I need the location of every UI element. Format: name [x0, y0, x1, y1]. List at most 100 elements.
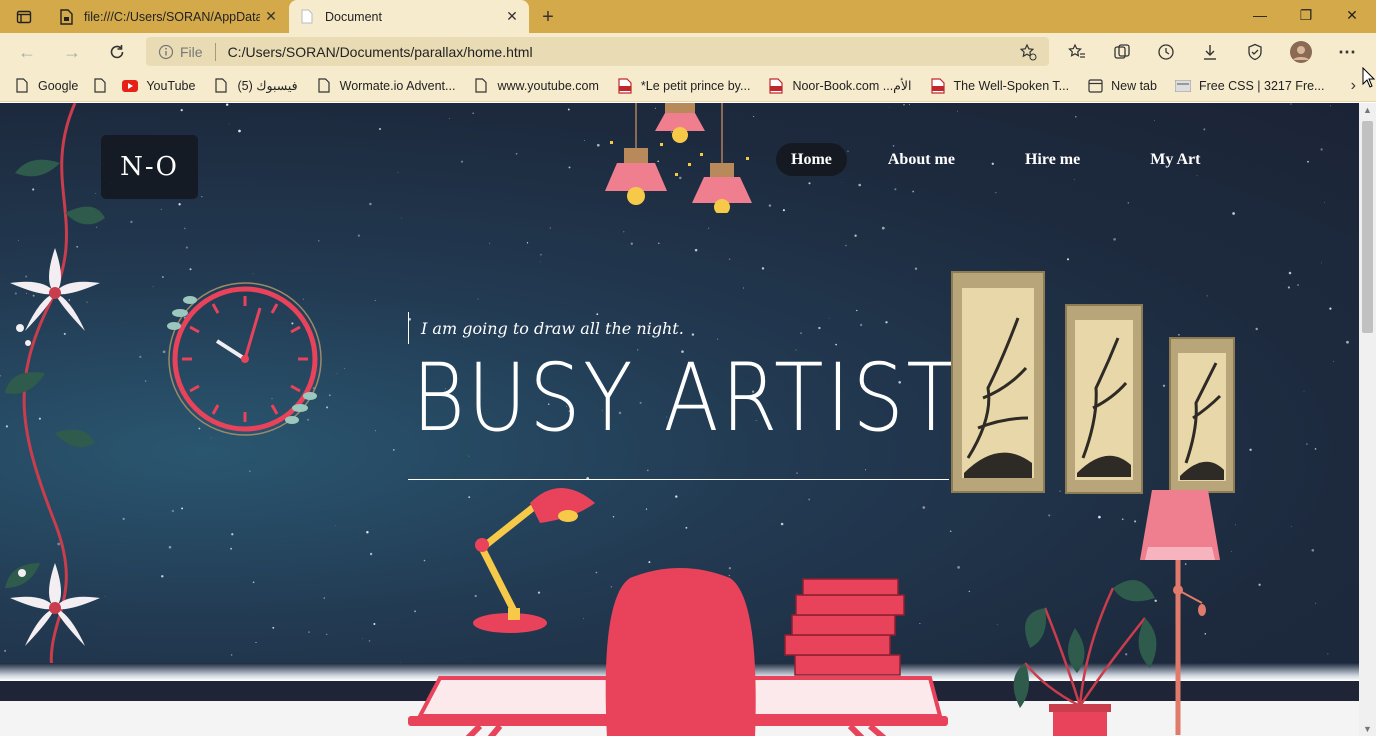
star: [1231, 551, 1233, 552]
more-menu-button[interactable]: ⋯: [1334, 39, 1360, 65]
downloads-button[interactable]: [1197, 39, 1223, 65]
refresh-button[interactable]: [102, 37, 132, 67]
bookmark-wormate[interactable]: Wormate.io Advent...: [316, 78, 455, 94]
star: [568, 166, 571, 169]
scrollbar-thumb[interactable]: [1362, 121, 1373, 333]
address-bar[interactable]: File C:/Users/SORAN/Documents/parallax/h…: [146, 37, 1049, 66]
bookmark-google[interactable]: Google: [14, 78, 78, 94]
star: [1203, 128, 1206, 131]
star: [238, 129, 241, 133]
page-icon: [14, 78, 30, 94]
sidebar-icon: [16, 10, 32, 24]
page-scrollbar[interactable]: ▲ ▼: [1359, 103, 1376, 736]
page-icon: [316, 78, 332, 94]
scheme-label: File: [180, 43, 203, 60]
close-window-button[interactable]: ✕: [1329, 0, 1375, 30]
star: [249, 470, 251, 472]
page-icon: [92, 78, 108, 94]
scroll-down-arrow-icon[interactable]: ▼: [1363, 724, 1372, 734]
star: [181, 507, 184, 510]
tab-document[interactable]: Document ✕: [289, 0, 529, 33]
star: [1098, 515, 1101, 519]
bookmark-new-tab[interactable]: New tab: [1087, 78, 1157, 94]
bookmark-youtube[interactable]: YouTube: [122, 78, 195, 94]
star: [782, 209, 785, 212]
tab-file[interactable]: file:///C:/Users/SORAN/AppData ✕: [48, 0, 288, 33]
url-text[interactable]: C:/Users/SORAN/Documents/parallax/home.h…: [228, 44, 1017, 60]
bookmarks-bar: Google YouTube فيسبوك (5) Wormate.io Adv…: [0, 70, 1376, 102]
star: [914, 267, 918, 270]
nav-about-me[interactable]: About me: [888, 143, 955, 176]
collections-icon: [1114, 44, 1130, 59]
bookmark-youtube-www[interactable]: www.youtube.com: [473, 78, 599, 94]
bookmark-well-spoken[interactable]: The Well-Spoken T...: [930, 77, 1070, 94]
star: [1330, 105, 1331, 107]
favorites-icon: [1068, 43, 1085, 58]
main-nav: Home About me Hire me My Art: [776, 143, 1200, 176]
close-tab-button[interactable]: ✕: [260, 6, 282, 28]
star: [1332, 361, 1334, 363]
star: [1127, 202, 1129, 204]
nav-home[interactable]: Home: [776, 143, 847, 176]
star: [1306, 443, 1308, 445]
bookmark-facebook[interactable]: فيسبوك (5): [213, 78, 298, 94]
star: [694, 248, 698, 252]
star: [161, 575, 164, 578]
star: [369, 202, 372, 206]
more-bookmarks-chevron-icon[interactable]: ›: [1351, 77, 1356, 95]
profile-avatar[interactable]: [1288, 39, 1314, 65]
tab-actions-button[interactable]: [8, 4, 40, 30]
extensions-button[interactable]: [1242, 39, 1268, 65]
back-button[interactable]: ←: [12, 37, 42, 67]
star: [392, 449, 395, 451]
star: [818, 326, 821, 330]
star: [856, 309, 858, 312]
bookmark-petit-prince[interactable]: *Le petit prince by...: [617, 77, 750, 94]
file-lock-icon: [58, 8, 74, 25]
star: [225, 103, 229, 106]
restore-button[interactable]: ❐: [1283, 0, 1329, 30]
bookmark-label: The Well-Spoken T...: [953, 78, 1070, 93]
star: [796, 472, 798, 474]
star: [708, 227, 710, 229]
star: [152, 286, 154, 288]
star: [549, 227, 552, 229]
bookmark-label: New tab: [1111, 78, 1157, 93]
minimize-button[interactable]: —: [1237, 0, 1283, 30]
star: [515, 152, 518, 155]
bookmark-noor-book[interactable]: Noor-Book.com ...الأم: [768, 77, 912, 94]
star: [374, 299, 376, 302]
wall-paintings-illustration: [951, 271, 1235, 494]
star: [1303, 390, 1305, 392]
add-favorite-button[interactable]: [1017, 41, 1039, 63]
site-logo[interactable]: N-O: [101, 135, 198, 199]
star: [1314, 448, 1317, 450]
favorites-button[interactable]: [1064, 39, 1090, 65]
star: [995, 192, 997, 194]
star: [889, 106, 890, 108]
star: [865, 469, 867, 471]
new-tab-button[interactable]: +: [535, 4, 561, 30]
star: [228, 123, 230, 125]
star: [912, 190, 915, 193]
history-button[interactable]: [1153, 39, 1179, 65]
collections-button[interactable]: [1109, 39, 1135, 65]
newtab-icon: [1087, 78, 1103, 94]
nav-my-art[interactable]: My Art: [1150, 143, 1200, 176]
star: [1255, 327, 1258, 331]
close-tab-button[interactable]: ✕: [501, 6, 523, 28]
bookmark-free-css[interactable]: Free CSS | 3217 Fre...: [1174, 78, 1324, 94]
bookmark-blank[interactable]: [92, 78, 116, 94]
star: [539, 253, 542, 256]
star: [841, 182, 843, 184]
star: [375, 430, 377, 432]
floor-lamp-illustration: [1140, 490, 1220, 735]
star: [1346, 340, 1349, 344]
forward-button[interactable]: →: [57, 37, 87, 67]
nav-hire-me[interactable]: Hire me: [1025, 143, 1080, 176]
star: [472, 112, 474, 114]
refresh-icon: [110, 45, 124, 59]
star: [717, 338, 719, 340]
star: [623, 231, 625, 233]
scroll-up-arrow-icon[interactable]: ▲: [1363, 105, 1372, 115]
